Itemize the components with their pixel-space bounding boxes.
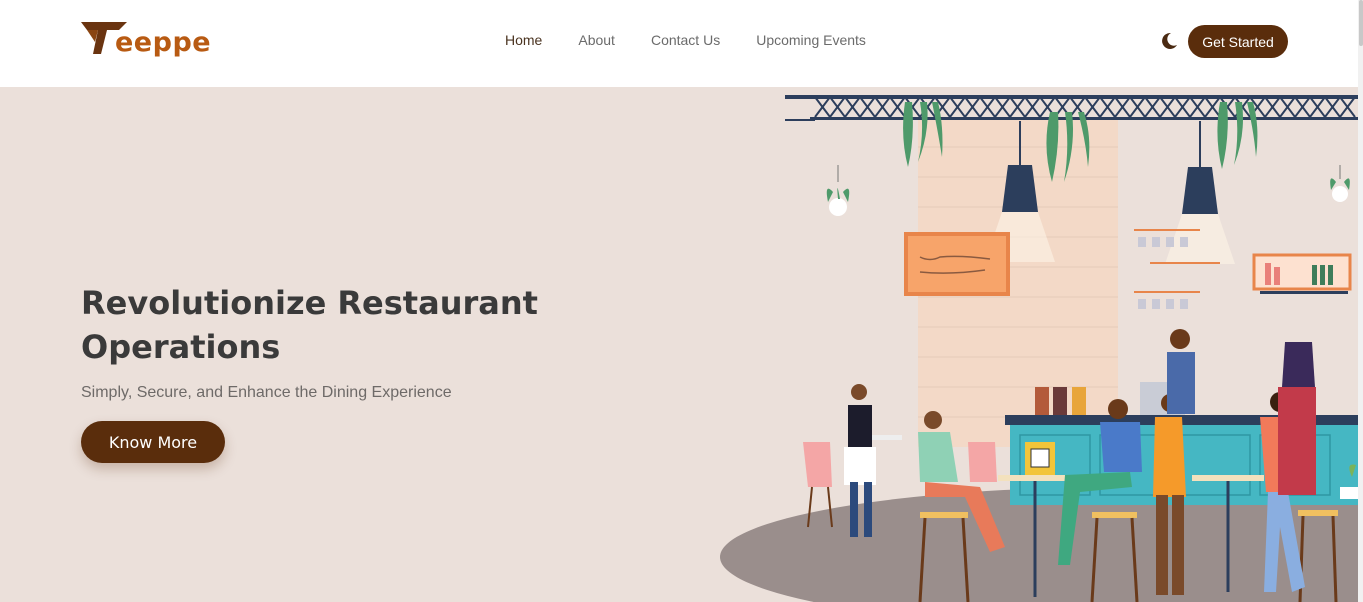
menu-board (904, 232, 1010, 296)
hero-subtitle: Simply, Secure, and Enhance the Dining E… (81, 384, 452, 401)
truss-lattice-2 (814, 95, 1356, 119)
nav-contact-us[interactable]: Contact Us (651, 32, 720, 48)
get-started-button[interactable]: Get Started (1188, 25, 1288, 58)
hanging-plant-3 (1217, 102, 1258, 169)
restaurant-illustration (720, 95, 1358, 602)
scrollbar-thumb[interactable] (1359, 0, 1363, 46)
potted-plant-right (1330, 165, 1350, 202)
logo-text: eeppe (115, 27, 212, 58)
nav-about[interactable]: About (578, 32, 615, 48)
hero-section: Revolutionize Restaurant Operations Simp… (0, 87, 1358, 602)
pendant-lamp-2 (1182, 167, 1218, 214)
table-top-2 (1192, 475, 1264, 481)
brand-logo[interactable]: eeppe (81, 18, 211, 62)
nav-upcoming-events[interactable]: Upcoming Events (756, 32, 866, 48)
main-nav: Home About Contact Us Upcoming Events (505, 0, 902, 80)
hero-title: Revolutionize Restaurant Operations (81, 284, 538, 366)
pink-chair (803, 442, 832, 487)
truss-lattice (814, 95, 1356, 119)
pendant-lamp-1 (1002, 165, 1038, 212)
customer-woman-figure (1278, 342, 1316, 495)
bartender-figure (1167, 329, 1195, 414)
moon-icon[interactable] (1159, 31, 1179, 51)
know-more-button[interactable]: Know More (81, 421, 225, 463)
potted-plant-left (826, 165, 850, 216)
page-scrollbar[interactable] (1358, 0, 1363, 602)
site-header: eeppe Home About Contact Us Upcoming Eve… (0, 0, 1358, 87)
nav-home[interactable]: Home (505, 32, 542, 48)
